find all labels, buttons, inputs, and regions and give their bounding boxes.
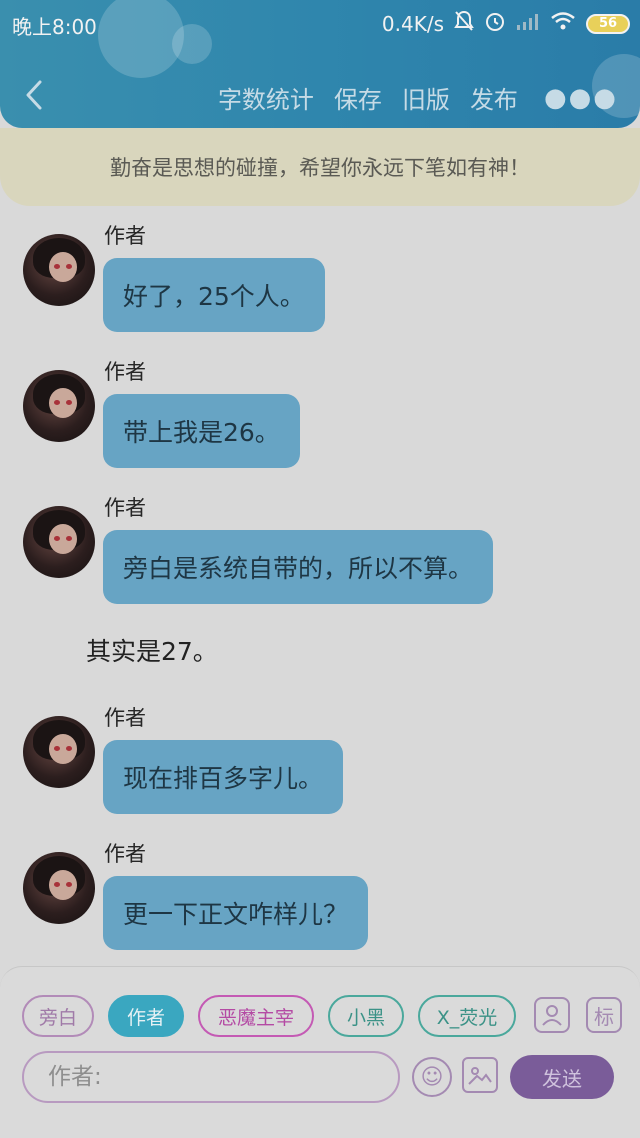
sender-name: 作者 (104, 842, 146, 866)
status-icons: 0.4K/s 56 (382, 10, 630, 37)
send-button[interactable]: 发送 (510, 1055, 614, 1099)
signal-icon (516, 12, 540, 36)
compose-panel: 旁白 作者 恶魔主宰 小黑 X_荧光 标 ☺ 发送 (0, 966, 640, 1138)
message-bubble[interactable]: 现在排百多字儿。 (103, 740, 344, 814)
message-bubble[interactable]: 旁白是系统自带的，所以不算。 (103, 530, 494, 604)
sender-name: 作者 (104, 706, 146, 730)
emoji-icon[interactable]: ☺ (412, 1057, 452, 1097)
role-selector: 旁白 作者 恶魔主宰 小黑 X_荧光 (22, 995, 516, 1037)
status-time: 晚上8:00 (12, 15, 97, 39)
alarm-icon (484, 10, 506, 37)
message-input[interactable] (22, 1051, 400, 1103)
publish-button[interactable]: 发布 (470, 80, 518, 115)
image-icon[interactable] (462, 1057, 498, 1093)
more-icon[interactable]: ●●● (544, 83, 618, 113)
avatar[interactable] (23, 852, 95, 924)
narration-text[interactable]: 其实是27。 (86, 632, 218, 668)
sender-name: 作者 (104, 360, 146, 384)
back-arrow-icon[interactable] (22, 78, 46, 112)
word-count-button[interactable]: 字数统计 (218, 80, 314, 115)
role-chip-x-fluorescent[interactable]: X_荧光 (418, 995, 516, 1037)
tag-button[interactable]: 标 (586, 997, 622, 1033)
nav-actions: 字数统计 保存 旧版 发布 ●●● (218, 80, 618, 115)
avatar[interactable] (23, 234, 95, 306)
message-item: 作者 现在排百多字儿。 (0, 702, 640, 822)
role-chip-xiaohei[interactable]: 小黑 (328, 995, 404, 1037)
sender-name: 作者 (104, 496, 146, 520)
old-version-button[interactable]: 旧版 (402, 80, 450, 115)
message-item: 作者 带上我是26。 (0, 356, 640, 476)
motto-banner: 勤奋是思想的碰撞，希望你永远下笔如有神！ (0, 128, 640, 206)
avatar[interactable] (23, 370, 95, 442)
battery-icon: 56 (586, 13, 630, 34)
net-speed: 0.4K/s (381, 11, 444, 36)
add-role-icon[interactable] (534, 997, 570, 1033)
wifi-icon (550, 11, 576, 36)
nav-bar: 字数统计 保存 旧版 发布 ●●● (0, 72, 640, 120)
role-chip-demon-lord[interactable]: 恶魔主宰 (198, 995, 314, 1037)
role-chip-narrator[interactable]: 旁白 (22, 995, 94, 1037)
message-item: 作者 好了，25个人。 (0, 220, 640, 340)
role-chip-author[interactable]: 作者 (108, 995, 184, 1037)
mute-bell-icon (454, 10, 474, 37)
header: 晚上8:00 0.4K/s 56 字数统计 保存 旧版 发布 ●●● (0, 0, 640, 128)
sender-name: 作者 (104, 224, 146, 248)
avatar[interactable] (23, 506, 95, 578)
save-button[interactable]: 保存 (334, 80, 382, 115)
message-bubble[interactable]: 带上我是26。 (103, 394, 300, 468)
status-bar: 晚上8:00 0.4K/s 56 (0, 0, 640, 46)
message-bubble[interactable]: 更一下正文咋样儿？ (103, 876, 369, 950)
message-item: 作者 更一下正文咋样儿？ (0, 838, 640, 958)
avatar[interactable] (23, 716, 95, 788)
message-bubble[interactable]: 好了，25个人。 (103, 258, 325, 332)
message-item: 作者 旁白是系统自带的，所以不算。 (0, 492, 640, 612)
